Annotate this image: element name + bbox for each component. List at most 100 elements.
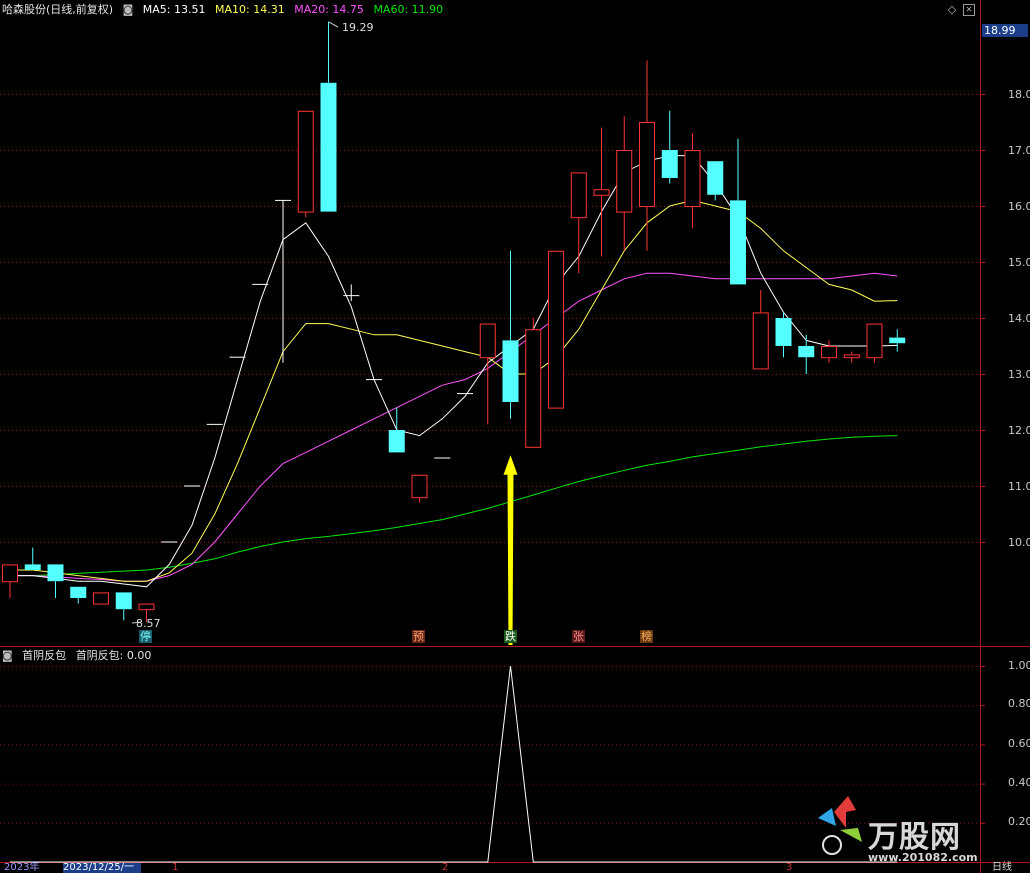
candle-body [639, 122, 655, 207]
ma60-label: MA60: 11.90 [373, 3, 444, 16]
ma60-line [10, 435, 898, 577]
month-label: 3 [786, 862, 793, 873]
ma10-line [10, 199, 898, 582]
chart-canvas [0, 0, 1030, 873]
month-label: 2 [442, 862, 449, 873]
candle [866, 323, 883, 363]
candle-body [707, 161, 724, 195]
candle [388, 407, 405, 453]
indicator-name[interactable]: 首阴反包 [22, 649, 66, 662]
event-marker-suspend[interactable]: 停 [139, 630, 152, 643]
indicator-tick: 0.40 [1008, 776, 1030, 789]
candle-body [775, 318, 792, 346]
candle-body [2, 564, 18, 583]
candle-body [866, 323, 883, 359]
year-label: 2023年 [4, 862, 40, 873]
candle [275, 199, 291, 363]
candle-body [843, 354, 860, 359]
indicator-tick: 0.20 [1008, 815, 1030, 828]
candle [821, 340, 837, 363]
candle-body [47, 564, 64, 582]
price-tick: 11.00 [1008, 480, 1030, 493]
candle [684, 133, 701, 229]
candle [115, 592, 132, 621]
date-axis: 2023年 2023/12/25/一 1 2 3 日线 [0, 863, 1030, 873]
candle [548, 250, 564, 409]
indicator-tick: 0.60 [1008, 737, 1030, 750]
indicator-tick: 1.00 [1008, 659, 1030, 672]
brand-logo-graphic [818, 796, 862, 855]
diamond-icon[interactable]: ◇ [946, 4, 958, 16]
candle-body [752, 312, 769, 370]
high-leader [328, 21, 339, 28]
indicator-value: 首阴反包: 0.00 [75, 649, 152, 662]
event-marker-rise[interactable]: 张 [572, 630, 585, 643]
event-marker-drop[interactable]: 跌 [504, 630, 517, 643]
indicator-toggle-icon[interactable]: ◙ [2, 649, 13, 662]
candlesticks [2, 21, 906, 623]
settings-toggle-icon[interactable]: ◙ [123, 3, 134, 16]
ma5-label: MA5: 13.51 [142, 3, 206, 16]
candle [707, 161, 724, 201]
ma10-label: MA10: 14.31 [215, 3, 285, 16]
period-label[interactable]: 日线 [992, 863, 1012, 873]
high-price-label: 19.29 [342, 21, 374, 34]
candle [775, 312, 792, 358]
event-marker-billboard[interactable]: 榜 [640, 630, 653, 643]
candle [24, 547, 41, 570]
indicator-grid [0, 666, 985, 824]
candle-body [138, 603, 155, 611]
candle [2, 564, 18, 598]
close-icon[interactable]: ✕ [963, 4, 975, 16]
candle [798, 334, 815, 374]
candle [320, 21, 337, 212]
yellow-up-arrow [503, 455, 518, 645]
price-tick: 13.00 [1008, 368, 1030, 381]
candle [616, 116, 633, 251]
candle-body [798, 346, 815, 358]
low-price-label: 8.57 [136, 617, 161, 630]
signal-arrow [503, 455, 518, 645]
candle [661, 110, 678, 184]
candle [752, 290, 769, 370]
current-price-tag: 18.99 [982, 24, 1028, 37]
stock-title[interactable]: 哈森股份(日线,前复权) [2, 3, 113, 16]
candle-body [570, 172, 587, 219]
price-tick: 14.00 [1008, 312, 1030, 325]
candle-body [593, 189, 610, 196]
candle-body [684, 150, 701, 207]
main-grid [0, 94, 985, 543]
price-tick: 12.00 [1008, 424, 1030, 437]
candle-body [297, 110, 314, 213]
ma5-line [10, 155, 898, 588]
candle [47, 564, 64, 598]
candle [411, 474, 428, 503]
price-tick: 15.00 [1008, 256, 1030, 269]
candle-body [388, 430, 405, 453]
ma20-label: MA20: 14.75 [294, 3, 364, 16]
brand-logo-text: 万股网 [868, 820, 961, 855]
month-label: 1 [172, 862, 179, 873]
candle-body [479, 323, 496, 359]
candle [93, 592, 109, 605]
candle-body [93, 592, 109, 605]
event-marker-forecast[interactable]: 预 [412, 630, 425, 643]
candle [889, 329, 906, 352]
candle [479, 323, 496, 425]
price-tick: 10.00 [1008, 536, 1030, 549]
price-tick: 17.00 [1008, 144, 1030, 157]
candle [525, 318, 542, 448]
moving-average-lines [10, 155, 898, 588]
cursor-date-label: 2023/12/25/一 [63, 863, 141, 873]
candle-body [821, 346, 837, 359]
price-tick: 16.00 [1008, 200, 1030, 213]
candle-body [24, 564, 41, 570]
candle [730, 138, 746, 285]
candle [843, 351, 860, 363]
candle-body [889, 337, 906, 344]
candle [570, 172, 587, 274]
candle-body [661, 150, 678, 178]
candle-body [411, 474, 428, 499]
candle-body [320, 82, 337, 212]
candle [593, 127, 610, 257]
